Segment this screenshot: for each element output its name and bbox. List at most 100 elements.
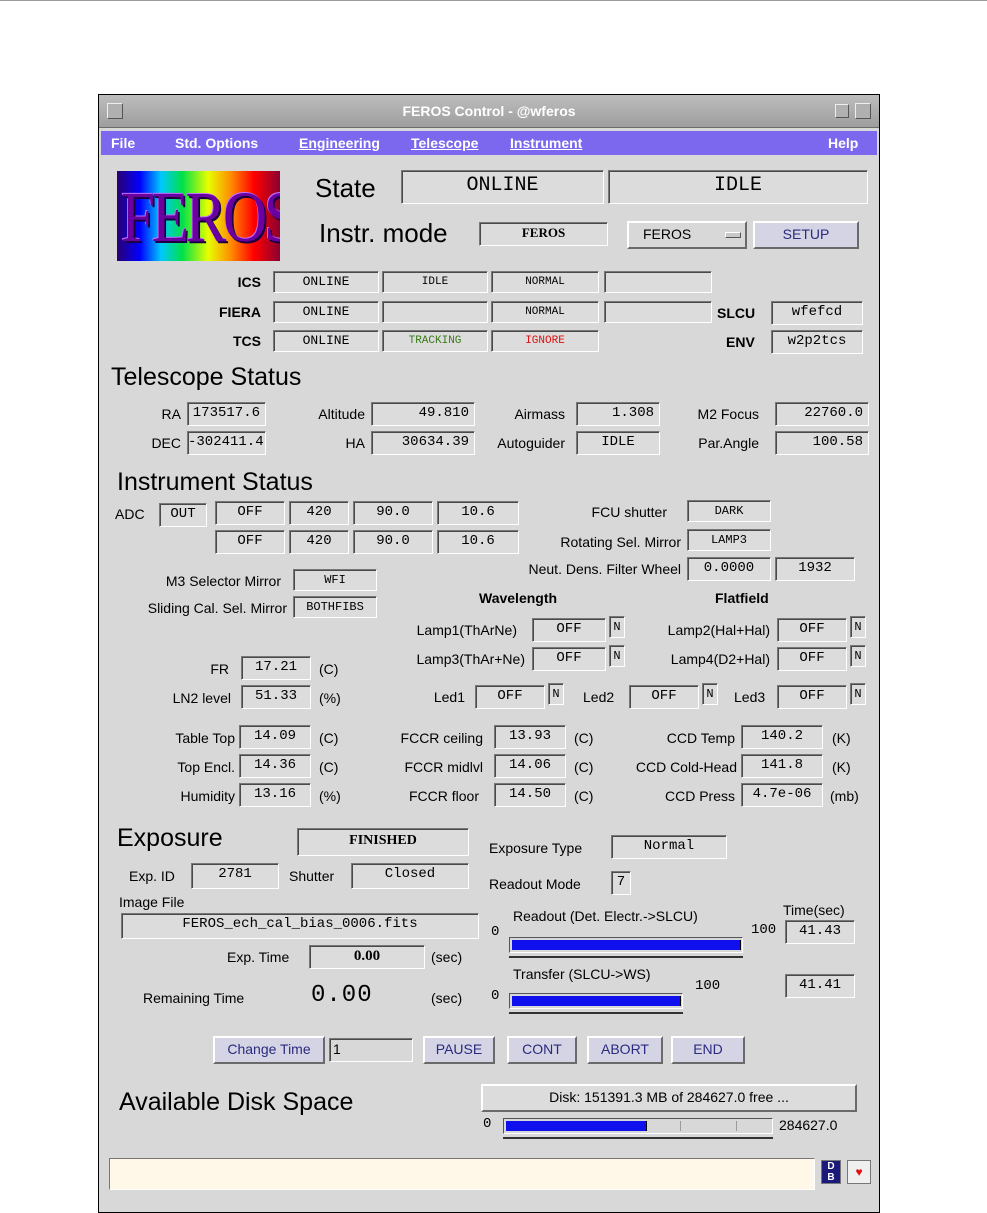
adc-state: OUT <box>159 503 207 527</box>
shutter-value: Closed <box>351 863 469 889</box>
ra-label: RA <box>161 406 181 422</box>
fcu-shutter-label: FCU shutter <box>591 504 667 520</box>
fiera-state: ONLINE <box>273 301 379 323</box>
transfer-max: 100 <box>695 978 721 994</box>
lamp2-value: OFF <box>777 618 847 642</box>
fccr-ceiling-value: 13.93 <box>494 725 566 749</box>
m2focus-label: M2 Focus <box>697 406 759 422</box>
mode-select-value: FEROS <box>643 226 692 242</box>
adc-label: ADC <box>115 506 145 522</box>
lamp4-label: Lamp4(D2+Hal) <box>670 651 770 667</box>
remaining-time-unit: (sec) <box>431 990 463 1006</box>
adc-row2-3: 10.6 <box>437 530 519 554</box>
exp-time-value: 0.00 <box>309 945 425 969</box>
flatfield-label: Flatfield <box>715 590 769 606</box>
airmass-value: 1.308 <box>576 402 660 426</box>
ics-extra <box>604 271 712 293</box>
fccr-floor-label: FCCR floor <box>408 788 479 804</box>
slcu-label: SLCU <box>717 305 756 321</box>
m2focus-value: 22760.0 <box>775 402 869 426</box>
state-label: State <box>315 173 376 203</box>
pause-button[interactable]: PAUSE <box>423 1036 495 1064</box>
ln2-label: LN2 level <box>172 690 231 706</box>
transfer-min: 0 <box>491 988 500 1004</box>
window-content: FEROS State ONLINE IDLE Instr. mode FERO… <box>99 95 879 1212</box>
end-button[interactable]: END <box>671 1036 745 1064</box>
fccr-floor-unit: (C) <box>574 788 594 804</box>
top-encl-label: Top Encl. <box>177 759 235 775</box>
ccd-temp-value: 140.2 <box>741 725 823 749</box>
fccr-midlvl-label: FCCR midlvl <box>404 759 483 775</box>
ha-value: 30634.39 <box>371 431 475 455</box>
disk-space-title: Available Disk Space <box>119 1088 354 1116</box>
autoguider-value: IDLE <box>576 431 660 455</box>
tcs-mode: IGNORE <box>491 330 599 352</box>
readout-time-value: 41.43 <box>785 920 855 944</box>
state-value: ONLINE <box>401 170 604 204</box>
readout-label: Readout (Det. Electr.->SLCU) <box>513 908 698 924</box>
dec-label: DEC <box>151 435 181 451</box>
fcu-shutter-value: DARK <box>687 500 771 522</box>
mode-select[interactable]: FEROS <box>627 221 747 249</box>
ics-substate: IDLE <box>382 271 488 293</box>
fccr-midlvl-value: 14.06 <box>494 754 566 778</box>
exposure-type-label: Exposure Type <box>489 840 583 856</box>
ha-label: HA <box>345 435 365 451</box>
disk-bar-underline <box>503 1137 773 1139</box>
exp-time-unit: (sec) <box>431 949 463 965</box>
readout-mode-value: 7 <box>611 871 631 895</box>
ln2-value: 51.33 <box>241 685 311 709</box>
ics-state: ONLINE <box>273 271 379 293</box>
led3-flag: N <box>850 683 866 705</box>
disk-space-bar <box>503 1118 773 1134</box>
change-time-button[interactable]: Change Time <box>213 1036 325 1064</box>
adc-row2-0: OFF <box>215 530 285 554</box>
feros-logo: FEROS <box>117 171 280 261</box>
ndf-wheel-value1: 0.0000 <box>687 557 771 581</box>
top-encl-unit: (C) <box>319 759 339 775</box>
setup-button[interactable]: SETUP <box>753 221 859 249</box>
abort-button[interactable]: ABORT <box>587 1036 663 1064</box>
led3-label: Led3 <box>734 689 766 705</box>
fr-unit: (C) <box>319 661 339 677</box>
shutter-label: Shutter <box>289 868 335 884</box>
transfer-label: Transfer (SLCU->WS) <box>513 966 651 982</box>
cont-button[interactable]: CONT <box>507 1036 577 1064</box>
humidity-label: Humidity <box>180 788 235 804</box>
readout-mode-label: Readout Mode <box>489 876 581 892</box>
disk-bar-tick <box>736 1121 737 1131</box>
readout-progress-underline <box>509 956 743 958</box>
telescope-status-title: Telescope Status <box>111 363 302 391</box>
exposure-type-value: Normal <box>611 835 727 859</box>
transfer-time-value: 41.41 <box>785 974 855 998</box>
m3-mirror-label: M3 Selector Mirror <box>165 573 281 589</box>
ra-value: 173517.6 <box>187 402 266 426</box>
m3-mirror-value: WFI <box>293 569 377 591</box>
lamp2-label: Lamp2(Hal+Hal) <box>667 622 770 638</box>
disk-max: 284627.0 <box>779 1117 838 1133</box>
ics-label: ICS <box>237 274 261 290</box>
slcu-value: wfefcd <box>771 301 863 325</box>
fr-label: FR <box>210 661 229 677</box>
disk-space-button[interactable]: Disk: 151391.3 MB of 284627.0 free ... <box>481 1084 857 1112</box>
ccd-temp-unit: (K) <box>832 730 851 746</box>
heart-icon[interactable]: ♥ <box>847 1160 871 1184</box>
humidity-unit: (%) <box>319 788 341 804</box>
tcs-substate: TRACKING <box>382 330 488 352</box>
ndf-wheel-label: Neut. Dens. Filter Wheel <box>528 561 682 577</box>
change-time-input[interactable]: 1 <box>329 1038 413 1062</box>
env-label: ENV <box>726 334 755 350</box>
sliding-mirror-label: Sliding Cal. Sel. Mirror <box>147 600 287 616</box>
lamp1-value: OFF <box>532 618 606 642</box>
remaining-time-value: 0.00 <box>311 982 373 1009</box>
ccd-coldhead-unit: (K) <box>832 759 851 775</box>
led1-value: OFF <box>475 685 545 709</box>
adc-row1-3: 10.6 <box>437 501 519 525</box>
disk-space-fill <box>506 1121 647 1131</box>
readout-progress-bar <box>509 937 743 953</box>
fccr-midlvl-unit: (C) <box>574 759 594 775</box>
db-icon[interactable]: DB <box>821 1160 841 1184</box>
ccd-coldhead-label: CCD Cold-Head <box>635 759 737 775</box>
adc-row1-1: 420 <box>289 501 349 525</box>
lamp3-label: Lamp3(ThAr+Ne) <box>416 651 525 667</box>
